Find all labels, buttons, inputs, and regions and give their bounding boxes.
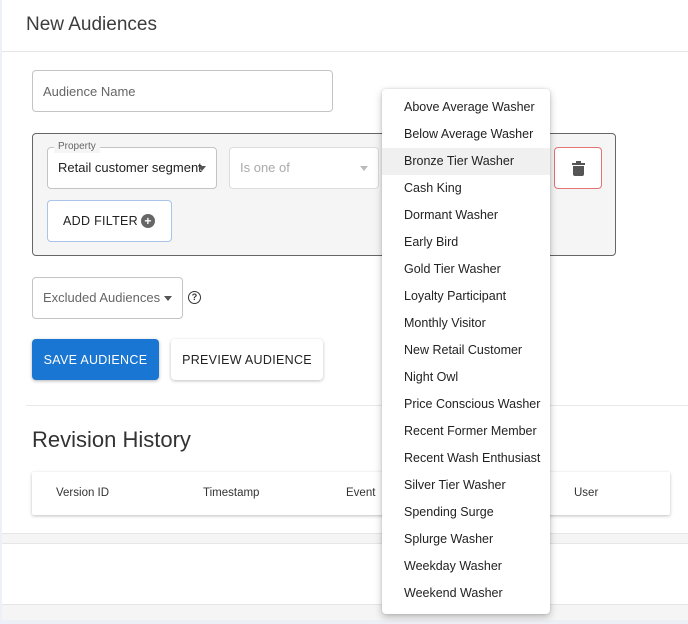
page-header: New Audiences xyxy=(2,0,688,52)
dropdown-option[interactable]: Cash King xyxy=(382,175,550,202)
section-divider xyxy=(26,405,688,406)
excluded-audiences-select[interactable]: Excluded Audiences xyxy=(32,277,183,319)
revision-history-title: Revision History xyxy=(32,427,191,452)
property-select[interactable]: Property Retail customer segment xyxy=(47,141,217,189)
chevron-down-icon xyxy=(198,166,206,171)
page-title: New Audiences xyxy=(26,14,157,35)
save-audience-button[interactable]: SAVE AUDIENCE xyxy=(32,339,159,380)
dropdown-option[interactable]: Below Average Washer xyxy=(382,121,550,148)
column-header-version-id[interactable]: Version ID xyxy=(56,487,109,499)
dropdown-option[interactable]: New Retail Customer xyxy=(382,337,550,364)
chevron-down-icon xyxy=(164,296,172,301)
dropdown-option[interactable]: Price Conscious Washer xyxy=(382,391,550,418)
dropdown-option[interactable]: Weekday Washer xyxy=(382,553,550,580)
revision-history-table: Version ID Timestamp Event User xyxy=(32,472,670,515)
audience-name-input[interactable] xyxy=(32,70,333,112)
dropdown-option[interactable]: Spending Surge xyxy=(382,499,550,526)
dropdown-option[interactable]: Night Owl xyxy=(382,364,550,391)
dropdown-option[interactable]: Silver Tier Washer xyxy=(382,472,550,499)
add-filter-button[interactable]: ADD FILTER + xyxy=(47,200,172,242)
dropdown-option[interactable]: Monthly Visitor xyxy=(382,310,550,337)
property-label: Property xyxy=(54,141,100,153)
excluded-audiences-placeholder: Excluded Audiences xyxy=(43,290,161,305)
property-select-value: Retail customer segment xyxy=(58,160,202,175)
footer-band xyxy=(2,604,688,620)
page: New Audiences Property Retail customer s… xyxy=(2,0,688,620)
dropdown-option[interactable]: Recent Wash Enthusiast xyxy=(382,445,550,472)
dropdown-option[interactable]: Weekend Washer xyxy=(382,580,550,607)
column-header-event[interactable]: Event xyxy=(346,487,375,499)
column-header-user[interactable]: User xyxy=(574,487,598,499)
question-circle-icon[interactable]: ? xyxy=(188,291,201,304)
preview-audience-button[interactable]: PREVIEW AUDIENCE xyxy=(171,339,323,380)
delete-filter-button[interactable] xyxy=(554,147,602,189)
dropdown-option[interactable]: Bronze Tier Washer xyxy=(382,148,550,175)
segment-dropdown-menu: Above Average Washer Below Average Washer… xyxy=(382,89,550,614)
dropdown-option[interactable]: Dormant Washer xyxy=(382,202,550,229)
dropdown-option[interactable]: Early Bird xyxy=(382,229,550,256)
dropdown-option[interactable]: Recent Former Member xyxy=(382,418,550,445)
chevron-down-icon xyxy=(360,166,368,171)
dropdown-option[interactable]: Splurge Washer xyxy=(382,526,550,553)
dropdown-option[interactable]: Gold Tier Washer xyxy=(382,256,550,283)
operator-select[interactable]: Is one of xyxy=(229,147,379,189)
footer-band xyxy=(2,533,688,544)
trash-icon xyxy=(572,161,585,176)
operator-select-placeholder: Is one of xyxy=(240,160,290,175)
dropdown-option[interactable]: Above Average Washer xyxy=(382,94,550,121)
dropdown-option[interactable]: Loyalty Participant xyxy=(382,283,550,310)
add-filter-label: ADD FILTER xyxy=(63,214,138,228)
column-header-timestamp[interactable]: Timestamp xyxy=(203,487,259,499)
plus-circle-icon: + xyxy=(141,214,155,228)
